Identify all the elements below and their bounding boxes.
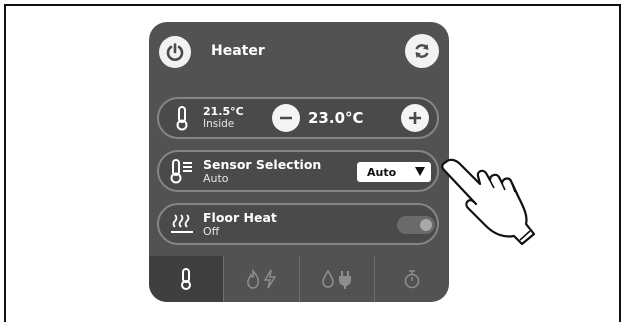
- power-icon: [166, 43, 184, 61]
- drop-icon: [321, 269, 334, 288]
- outer-frame: Heater 21.5°C Inside 23.0°C Sensor Selec…: [4, 4, 621, 322]
- floor-heat-status: Off: [203, 225, 220, 238]
- thermometer-icon: [181, 268, 192, 290]
- bolt-icon: [264, 269, 277, 289]
- setpoint-value: 23.0°C: [308, 109, 364, 127]
- sensor-selection-row: Sensor Selection Auto Auto: [157, 150, 439, 192]
- floor-heat-row: Floor Heat Off: [157, 203, 439, 245]
- device-title: Heater: [211, 43, 265, 59]
- heater-card: Heater 21.5°C Inside 23.0°C Sensor Selec…: [149, 22, 449, 302]
- tab-utilities[interactable]: [300, 256, 375, 302]
- tab-energy[interactable]: [224, 256, 300, 302]
- bottom-tab-bar: [149, 256, 449, 302]
- tab-temperature[interactable]: [149, 256, 225, 302]
- plus-icon: [409, 112, 421, 124]
- inside-temperature: 21.5°C: [203, 105, 244, 118]
- flame-icon: [247, 269, 260, 289]
- thermometer-icon: [169, 105, 195, 131]
- floor-heat-toggle[interactable]: [397, 216, 435, 234]
- sensor-select-value: Auto: [367, 165, 397, 179]
- temperature-row: 21.5°C Inside 23.0°C: [157, 97, 439, 139]
- sensor-selection-sub: Auto: [203, 172, 229, 185]
- inside-label: Inside: [203, 118, 235, 130]
- power-button[interactable]: [159, 36, 191, 68]
- tab-timer[interactable]: [375, 256, 449, 302]
- floor-heat-label: Floor Heat: [203, 210, 277, 225]
- card-header: Heater: [149, 22, 449, 84]
- caret-down-icon: [415, 167, 425, 176]
- toggle-knob: [420, 219, 432, 231]
- refresh-button[interactable]: [405, 34, 439, 68]
- increase-setpoint-button[interactable]: [401, 104, 429, 132]
- sensor-selection-label: Sensor Selection: [203, 157, 322, 172]
- thermometer-list-icon: [169, 158, 195, 184]
- floor-heat-icon: [169, 211, 195, 237]
- sensor-select-dropdown[interactable]: Auto: [357, 162, 431, 182]
- pointing-hand-icon: [441, 158, 536, 246]
- refresh-icon: [415, 44, 429, 58]
- timer-icon: [404, 270, 420, 289]
- minus-icon: [280, 116, 292, 120]
- decrease-setpoint-button[interactable]: [272, 104, 300, 132]
- plug-icon: [338, 271, 351, 289]
